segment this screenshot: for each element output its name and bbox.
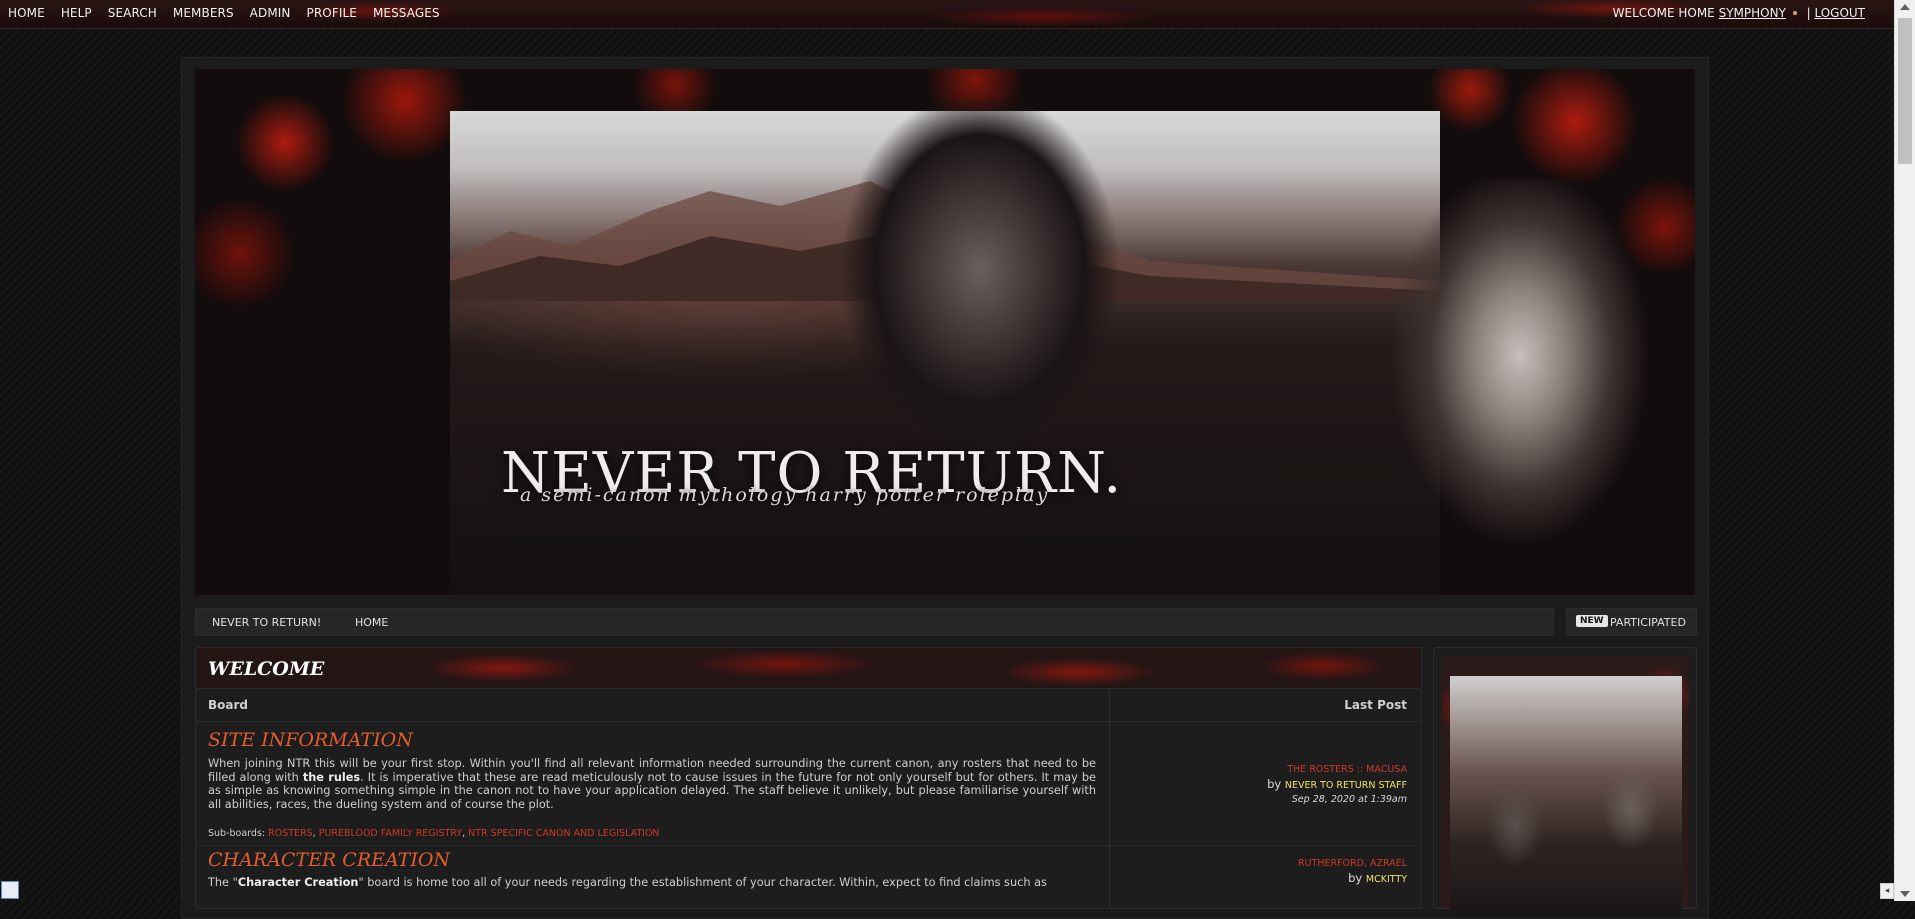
sidebar-character-image — [1450, 676, 1682, 916]
sidebar-frame — [1441, 656, 1689, 916]
by-label: by — [1267, 777, 1282, 791]
rules-link[interactable]: the rules — [303, 771, 360, 784]
last-post-user-link[interactable]: NEVER TO RETURN STAFF — [1285, 780, 1407, 791]
subboards-list: Sub-boards: ROSTERS, PUREBLOOD FAMILY RE… — [208, 828, 660, 839]
scroll-up-icon[interactable] — [1900, 4, 1910, 10]
description-text: The " — [208, 876, 238, 889]
username-link[interactable]: SYMPHONY — [1719, 6, 1786, 20]
category-title: WELCOME — [208, 658, 325, 680]
subboards-label: Sub-boards: — [208, 828, 266, 839]
vertical-scrollbar[interactable] — [1894, 0, 1915, 901]
scroll-down-icon[interactable] — [1900, 891, 1910, 897]
forum-title[interactable]: CHARACTER CREATION — [208, 849, 450, 871]
male-figure-image — [840, 99, 1120, 479]
scroll-left-icon[interactable]: ◂ — [1880, 883, 1894, 899]
translate-icon[interactable] — [1, 881, 19, 899]
scrollbar-thumb[interactable] — [1898, 18, 1912, 164]
nav-help-link[interactable]: HELP — [61, 6, 92, 20]
board-column-header: Board — [208, 698, 248, 712]
nav-search-link[interactable]: SEARCH — [108, 6, 157, 20]
nav-admin-link[interactable]: ADMIN — [250, 6, 291, 20]
column-headers: Board Last Post — [196, 688, 1421, 722]
subboard-link-rosters[interactable]: ROSTERS — [268, 828, 313, 839]
top-nav-links: HOME HELP SEARCH MEMBERS ADMIN PROFILE M… — [8, 6, 456, 20]
participated-label: PARTICIPATED — [1610, 616, 1686, 629]
breadcrumb: NEVER TO RETURN! HOME — [195, 608, 1554, 636]
last-post-user-link[interactable]: MCKITTY — [1366, 874, 1407, 885]
nav-members-link[interactable]: MEMBERS — [173, 6, 234, 20]
top-navigation-bar: HOME HELP SEARCH MEMBERS ADMIN PROFILE M… — [0, 0, 1895, 29]
last-post-author: by MCKITTY — [1298, 871, 1407, 887]
last-post-column-header: Last Post — [1344, 698, 1407, 712]
forum-row-site-information: SITE INFORMATION When joining NTR this w… — [196, 721, 1421, 846]
description-bold: Character Creation — [237, 876, 359, 889]
breadcrumb-item-site[interactable]: NEVER TO RETURN! — [212, 616, 321, 629]
nav-profile-link[interactable]: PROFILE — [307, 6, 357, 20]
subboard-link-canon-legislation[interactable]: NTR SPECIFIC CANON AND LEGISLATION — [468, 828, 659, 839]
nav-home-link[interactable]: HOME — [8, 6, 45, 20]
sidebar-image-box — [1433, 647, 1697, 916]
forum-description: The "Character Creation" board is home t… — [208, 876, 1096, 890]
last-post-info: RUTHERFORD, AZRAEL by MCKITTY — [1298, 857, 1407, 887]
last-post-info: THE ROSTERS :: MACUSA by NEVER TO RETURN… — [1267, 763, 1407, 807]
welcome-separator: | — [1806, 6, 1811, 20]
forum-title[interactable]: SITE INFORMATION — [208, 729, 413, 751]
new-badge: NEW — [1576, 615, 1608, 627]
last-post-thread-link[interactable]: RUTHERFORD, AZRAEL — [1298, 857, 1407, 871]
category-welcome: WELCOME Board Last Post SITE INFORMATION… — [195, 647, 1422, 909]
header-banner: NEVER TO RETURN. a semi-canon mythology … — [195, 69, 1695, 595]
welcome-text: WELCOME HOME — [1612, 6, 1715, 20]
logout-link[interactable]: LOGOUT — [1814, 6, 1865, 20]
status-dot-icon — [1792, 11, 1797, 15]
female-figure-image — [1360, 179, 1680, 595]
forum-row-character-creation: CHARACTER CREATION The "Character Creati… — [196, 846, 1421, 916]
last-post-author: by NEVER TO RETURN STAFF — [1267, 777, 1407, 793]
last-post-date: Sep 28, 2020 at 1:39am — [1291, 794, 1407, 805]
subboard-link-pureblood-registry[interactable]: PUREBLOOD FAMILY REGISTRY — [319, 828, 462, 839]
breadcrumb-item-home[interactable]: HOME — [355, 616, 388, 629]
last-post-thread-link[interactable]: THE ROSTERS :: MACUSA — [1267, 763, 1407, 777]
category-header: WELCOME — [196, 648, 1421, 688]
forum-description: When joining NTR this will be your first… — [208, 757, 1096, 812]
welcome-area: WELCOME HOME SYMPHONY | LOGOUT — [1613, 6, 1865, 20]
post-legend: NEW PARTICIPATED — [1566, 608, 1697, 636]
nav-messages-link[interactable]: MESSAGES — [373, 6, 440, 20]
description-text: " board is home too all of your needs re… — [358, 876, 1047, 889]
by-label: by — [1348, 871, 1363, 885]
site-subtitle: a semi-canon mythology harry potter role… — [520, 484, 1050, 506]
